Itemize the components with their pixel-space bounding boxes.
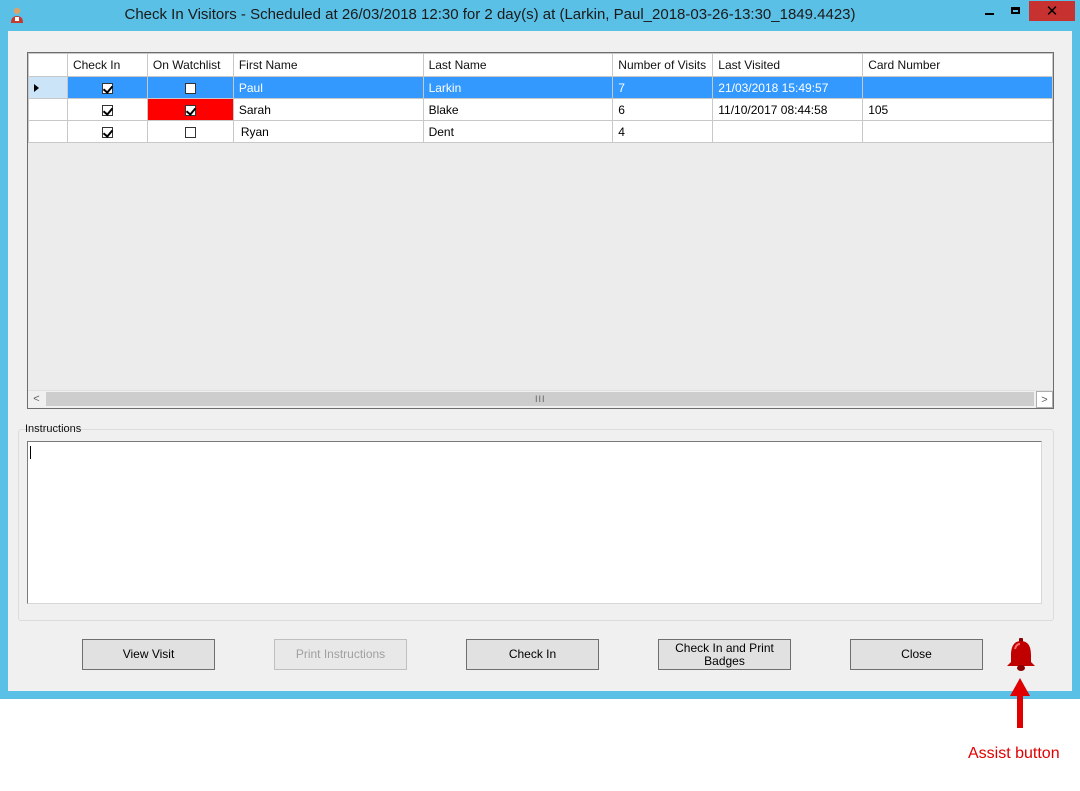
first-name-cell[interactable]: Paul [232,76,424,99]
client-area: Check In On Watchlist First Name Last Na… [8,31,1072,691]
last-name-cell[interactable]: Dent [422,120,614,143]
assist-button-annotation: Assist button [968,745,1060,762]
visitors-grid[interactable]: Check In On Watchlist First Name Last Na… [27,52,1054,409]
last-visited-cell[interactable]: 21/03/2018 15:49:57 [712,76,864,99]
window-title: Check In Visitors - Scheduled at 26/03/2… [124,6,856,23]
arrow-up-icon [1010,678,1030,728]
watchlist-checkbox[interactable] [184,104,196,116]
check-in-print-label-line2: Badges [704,653,745,668]
first-name-cell[interactable]: Sarah [232,98,424,121]
check-in-window: Check In Visitors - Scheduled at 26/03/2… [0,0,1080,699]
close-button[interactable]: Close [850,639,983,670]
visitor-app-icon [11,7,23,23]
check-in-button[interactable]: Check In [466,639,599,670]
table-row[interactable]: Paul Larkin 7 21/03/2018 15:49:57 [28,76,1053,99]
print-instructions-button[interactable]: Print Instructions [274,639,407,670]
horizontal-scrollbar[interactable]: < III > [28,390,1053,408]
check-in-checkbox[interactable] [101,82,113,94]
check-in-print-label-line1: Check In and Print [675,640,774,655]
visits-cell[interactable]: 7 [612,76,714,99]
text-caret [30,446,31,459]
instructions-textarea[interactable] [27,441,1042,604]
check-in-cell[interactable] [66,120,148,143]
card-number-cell[interactable] [862,76,1053,99]
column-header-on-watchlist[interactable]: On Watchlist [146,53,234,77]
visits-cell[interactable]: 6 [612,98,714,121]
column-header-check-in[interactable]: Check In [66,53,148,77]
table-row[interactable]: Sarah Blake 6 11/10/2017 08:44:58 105 [28,98,1053,121]
scroll-right-button[interactable]: > [1036,391,1053,408]
row-header[interactable] [28,76,68,99]
last-visited-cell[interactable] [712,120,864,143]
window-close-button[interactable]: ✕ [1029,1,1075,21]
card-number-cell[interactable]: 105 [862,98,1053,121]
card-number-cell[interactable] [862,120,1053,143]
column-header-last-visited[interactable]: Last Visited [712,53,864,77]
instructions-label: Instructions [25,423,82,435]
view-visit-button[interactable]: View Visit [82,639,215,670]
last-name-cell[interactable]: Blake [422,98,614,121]
row-header[interactable] [28,98,68,121]
check-in-print-badges-button[interactable]: Check In and Print Badges [658,639,791,670]
close-icon: ✕ [1045,3,1059,20]
minimize-button[interactable] [976,1,1002,21]
column-header-first-name[interactable]: First Name [232,53,424,77]
bell-icon[interactable] [1003,637,1039,673]
last-name-cell[interactable]: Larkin [422,76,614,99]
maximize-button[interactable] [1002,1,1028,21]
on-watchlist-cell[interactable] [146,120,234,143]
scroll-thumb[interactable]: III [46,392,1034,406]
first-name-cell[interactable]: Ryan [232,120,424,143]
check-in-checkbox[interactable] [101,104,113,116]
check-in-cell[interactable] [66,98,148,121]
row-header[interactable] [28,120,68,143]
visits-cell[interactable]: 4 [612,120,714,143]
minimize-icon [985,13,994,15]
last-visited-cell[interactable]: 11/10/2017 08:44:58 [712,98,864,121]
watchlist-checkbox[interactable] [184,82,196,94]
current-row-icon [34,84,39,93]
column-header-number-of-visits[interactable]: Number of Visits [612,53,714,77]
check-in-checkbox[interactable] [101,126,113,138]
on-watchlist-cell[interactable] [146,98,234,121]
table-row[interactable]: Ryan Dent 4 [28,120,1053,143]
check-in-cell[interactable] [66,76,148,99]
title-bar: Check In Visitors - Scheduled at 26/03/2… [0,0,1080,30]
visitors-table: Check In On Watchlist First Name Last Na… [28,53,1053,143]
maximize-icon [1011,7,1020,14]
column-header-card-number[interactable]: Card Number [862,53,1053,77]
scroll-grip-icon: III [535,394,546,404]
watchlist-checkbox[interactable] [184,126,196,138]
on-watchlist-cell[interactable] [146,76,234,99]
column-header-last-name[interactable]: Last Name [422,53,614,77]
grid-header-row: Check In On Watchlist First Name Last Na… [28,53,1053,77]
row-header-corner [28,53,68,77]
scroll-left-button[interactable]: < [28,391,45,408]
